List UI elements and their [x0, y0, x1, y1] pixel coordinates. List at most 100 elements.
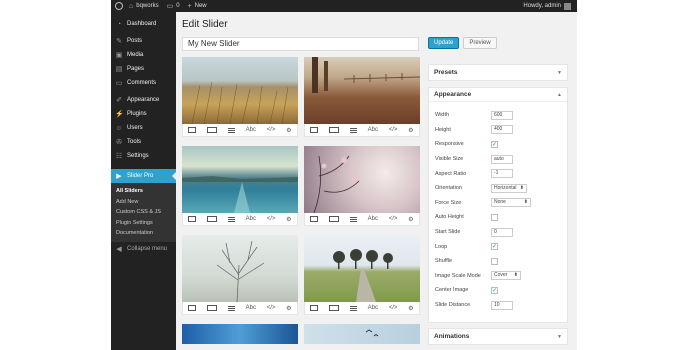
gallery-icon[interactable] — [207, 305, 218, 311]
html-button[interactable]: </> — [389, 216, 398, 222]
slide-distance-input[interactable]: 10 — [491, 300, 513, 310]
center-image-checkbox[interactable]: ✓ — [491, 286, 498, 294]
text-align-icon[interactable] — [349, 216, 357, 222]
wordpress-logo-icon[interactable] — [115, 2, 123, 10]
text-align-icon[interactable] — [227, 305, 235, 311]
slide-card[interactable]: Abc </> ⚙ — [304, 57, 420, 137]
slide-image-blossoms[interactable] — [304, 146, 420, 213]
gallery-icon[interactable] — [207, 127, 218, 133]
slide-card[interactable]: Abc </> ⚙ — [304, 235, 420, 315]
visible-size-input[interactable]: auto — [491, 154, 513, 164]
settings-icon[interactable]: ⚙ — [408, 216, 413, 223]
image-icon[interactable] — [188, 305, 197, 311]
settings-icon[interactable]: ⚙ — [408, 127, 413, 134]
html-button[interactable]: </> — [389, 305, 398, 311]
submenu-item-custom-css-js[interactable]: Custom CSS & JS — [111, 207, 176, 218]
collapse-menu-button[interactable]: ◀ Collapse menu — [111, 242, 176, 256]
force-size-select[interactable]: None ⬍ — [491, 198, 531, 208]
slide-image-sea[interactable] — [182, 146, 298, 213]
sidebar-item-posts[interactable]: ✎ Posts — [111, 34, 176, 48]
text-layer-button[interactable]: Abc — [246, 216, 256, 222]
gallery-icon[interactable] — [329, 127, 340, 133]
gallery-icon[interactable] — [329, 305, 340, 311]
slide-card[interactable]: Abc </> ⚙ — [304, 146, 420, 226]
preview-button[interactable]: Preview — [463, 37, 497, 49]
settings-icon[interactable]: ⚙ — [286, 127, 291, 134]
slide-image-wheat-field[interactable] — [182, 57, 298, 124]
text-layer-button[interactable]: Abc — [246, 127, 256, 133]
sidebar-item-dashboard[interactable]: ◔ Dashboard — [111, 17, 176, 31]
gallery-icon[interactable] — [207, 216, 218, 222]
slide-image-birds[interactable] — [304, 324, 420, 344]
text-align-icon[interactable] — [227, 127, 235, 133]
text-layer-button[interactable]: Abc — [368, 127, 378, 133]
sidebar-item-pages[interactable]: ▤ Pages — [111, 62, 176, 76]
image-icon[interactable] — [188, 127, 197, 133]
text-align-icon[interactable] — [349, 305, 357, 311]
sidebar-item-label: Pages — [127, 66, 145, 72]
select-arrow-icon: ⬍ — [513, 272, 518, 279]
expand-caret-icon[interactable]: ▼ — [557, 334, 562, 340]
comments-link[interactable]: ▭ 0 — [167, 2, 180, 10]
text-layer-button[interactable]: Abc — [368, 305, 378, 311]
submenu-item-add-new[interactable]: Add New — [111, 197, 176, 208]
sidebar-item-settings[interactable]: ☷ Settings — [111, 149, 176, 163]
shuffle-checkbox[interactable] — [491, 257, 498, 265]
update-button[interactable]: Update — [428, 37, 460, 49]
slide-card[interactable] — [304, 324, 420, 344]
appearance-header[interactable]: Appearance ▲ — [429, 88, 567, 102]
settings-icon[interactable]: ⚙ — [408, 305, 413, 312]
site-name-link[interactable]: ⌂ bqworks — [129, 3, 159, 10]
text-align-icon[interactable] — [227, 216, 235, 222]
image-icon[interactable] — [310, 305, 319, 311]
settings-icon[interactable]: ⚙ — [286, 216, 291, 223]
submenu-item-plugin-settings[interactable]: Plugin Settings — [111, 218, 176, 229]
sidebar-item-slider-pro[interactable]: ▶ Slider Pro — [111, 169, 176, 183]
animations-panel[interactable]: Animations ▼ — [428, 328, 568, 345]
start-slide-input[interactable]: 0 — [491, 227, 513, 237]
image-scale-mode-select[interactable]: Cover ⬍ — [491, 271, 521, 281]
comments-icon: ▭ — [115, 80, 123, 87]
html-button[interactable]: </> — [389, 127, 398, 133]
slide-image-bare-tree[interactable] — [182, 235, 298, 302]
auto-height-checkbox[interactable] — [491, 213, 498, 221]
html-button[interactable]: </> — [267, 305, 276, 311]
submenu-item-all-sliders[interactable]: All Sliders — [111, 186, 176, 197]
gallery-icon[interactable] — [329, 216, 340, 222]
sidebar-item-plugins[interactable]: ⚡ Plugins — [111, 107, 176, 121]
text-align-icon[interactable] — [349, 127, 357, 133]
slide-image-road-trees[interactable] — [304, 235, 420, 302]
height-input[interactable]: 400 — [491, 125, 513, 135]
html-button[interactable]: </> — [267, 127, 276, 133]
sidebar-item-media[interactable]: ▣ Media — [111, 48, 176, 62]
image-icon[interactable] — [310, 127, 319, 133]
slide-card[interactable] — [182, 324, 298, 344]
width-input[interactable]: 600 — [491, 110, 513, 120]
new-content-link[interactable]: + New — [188, 3, 207, 10]
settings-icon[interactable]: ⚙ — [286, 305, 291, 312]
account-menu[interactable]: Howdy, admin — [523, 2, 571, 10]
text-layer-button[interactable]: Abc — [368, 216, 378, 222]
loop-checkbox[interactable]: ✓ — [491, 243, 498, 251]
html-button[interactable]: </> — [267, 216, 276, 222]
slide-card[interactable]: Abc </> ⚙ — [182, 146, 298, 226]
text-layer-button[interactable]: Abc — [246, 305, 256, 311]
responsive-checkbox[interactable]: ✓ — [491, 140, 498, 148]
slide-image-blue-sky[interactable] — [182, 324, 298, 344]
sidebar-item-users[interactable]: ☺ Users — [111, 121, 176, 135]
sidebar-item-tools[interactable]: ✇ Tools — [111, 135, 176, 149]
expand-caret-icon[interactable]: ▼ — [557, 70, 562, 76]
image-icon[interactable] — [188, 216, 197, 222]
submenu-item-documentation[interactable]: Documentation — [111, 228, 176, 239]
sidebar-item-appearance[interactable]: ✐ Appearance — [111, 93, 176, 107]
slide-image-autumn-fence[interactable] — [304, 57, 420, 124]
aspect-ratio-input[interactable]: -1 — [491, 169, 513, 179]
slide-card[interactable]: Abc </> ⚙ — [182, 57, 298, 137]
sidebar-item-comments[interactable]: ▭ Comments — [111, 76, 176, 90]
slide-card[interactable]: Abc </> ⚙ — [182, 235, 298, 315]
slider-name-input[interactable]: My New Slider — [182, 37, 419, 51]
orientation-select[interactable]: Horizontal ⬍ — [491, 183, 527, 193]
image-icon[interactable] — [310, 216, 319, 222]
collapse-caret-icon[interactable]: ▲ — [557, 92, 562, 98]
presets-panel[interactable]: Presets ▼ — [428, 64, 568, 81]
